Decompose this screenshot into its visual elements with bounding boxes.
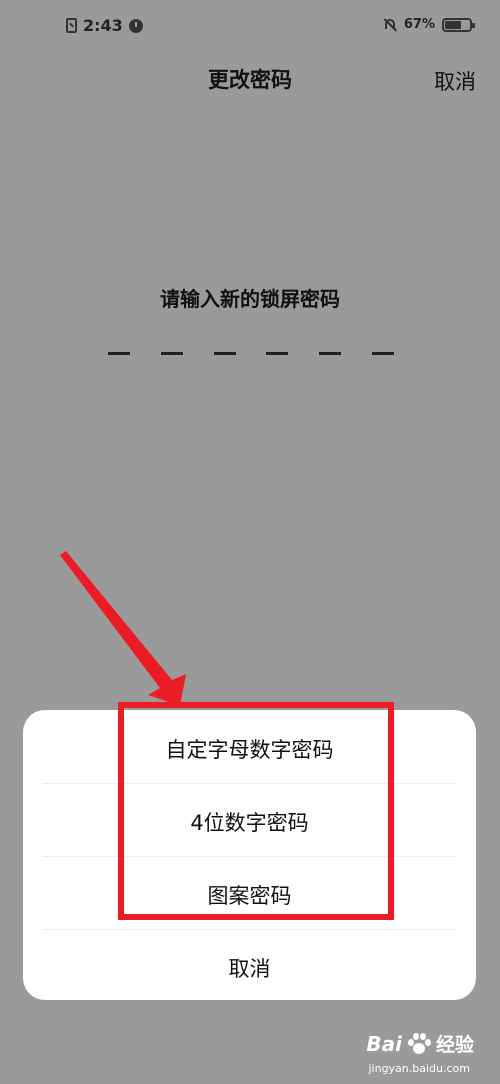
annotation-arrow-icon [60, 551, 186, 706]
paw-icon [406, 1032, 432, 1055]
watermark-sub: 经验 [435, 1034, 474, 1056]
watermark-brand: Bai [366, 1031, 402, 1056]
watermark-url: jingyan.baidu.com [368, 1062, 470, 1075]
baidu-watermark: Bai 经验 [366, 1030, 474, 1057]
